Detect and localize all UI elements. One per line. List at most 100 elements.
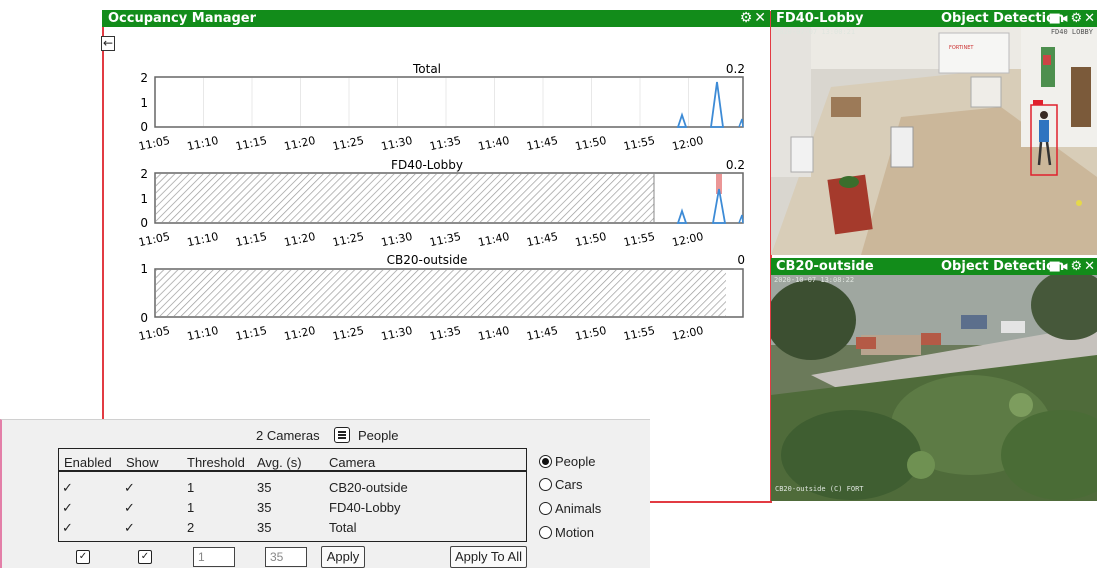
camera-feed-outside xyxy=(771,275,1097,501)
chart-value: 0.2 xyxy=(726,158,745,172)
occupancy-title: Occupancy Manager xyxy=(108,11,257,26)
column-header-camera[interactable]: Camera xyxy=(329,455,375,470)
detection-mode-label[interactable]: Object Detection xyxy=(941,258,1064,275)
x-tick: 11:20 xyxy=(283,134,317,153)
row-camera: CB20-outside xyxy=(329,480,408,495)
y-tick: 0 xyxy=(140,216,148,230)
radio-button[interactable] xyxy=(539,478,552,491)
x-tick: 11:20 xyxy=(283,230,317,249)
x-tick: 11:05 xyxy=(137,134,171,153)
x-tick: 11:40 xyxy=(477,230,511,249)
camera-name: CB20-outside xyxy=(776,259,874,274)
close-icon[interactable]: ✕ xyxy=(754,10,766,26)
detection-mode-label[interactable]: Object Detection xyxy=(941,10,1064,27)
show-checkbox[interactable]: ✓ xyxy=(138,550,152,564)
column-header-enabled[interactable]: Enabled xyxy=(64,455,112,470)
x-tick: 11:25 xyxy=(331,134,365,153)
camera-panel-fd40-lobby[interactable]: FORTINET FD40-Lobby Object Detection ■◂ ⚙… xyxy=(771,10,1097,255)
x-tick: 11:25 xyxy=(331,230,365,249)
filter-label: People xyxy=(358,428,399,443)
gear-icon[interactable]: ⚙ xyxy=(1070,259,1082,274)
x-tick: 11:25 xyxy=(331,324,365,343)
menu-icon[interactable] xyxy=(334,427,350,443)
close-icon[interactable]: ✕ xyxy=(1084,259,1095,274)
x-tick: 11:35 xyxy=(428,324,462,343)
column-header-show[interactable]: Show xyxy=(126,455,159,470)
camera-name: FD40-Lobby xyxy=(776,11,864,26)
column-header-threshold[interactable]: Threshold xyxy=(187,455,245,470)
x-tick: 11:15 xyxy=(234,324,268,343)
avg-input[interactable]: 35 xyxy=(265,547,307,567)
row-camera: FD40-Lobby xyxy=(329,500,401,515)
chart-total: Total 0.2 2 1 0 11:05 11:10 11:15 11:20 11:2… xyxy=(137,62,745,153)
x-tick: 11:35 xyxy=(428,230,462,249)
chart-plot-area xyxy=(154,76,744,128)
camera-feed-lobby: FORTINET xyxy=(771,27,1097,255)
camera-titlebar: FD40-Lobby Object Detection ■◂ ⚙ ✕ xyxy=(771,10,1097,27)
x-tick: 11:45 xyxy=(525,134,559,153)
x-tick: 11:55 xyxy=(622,324,656,343)
x-tick: 11:30 xyxy=(380,324,414,343)
x-tick: 11:50 xyxy=(574,230,608,249)
row-enabled: ✓ xyxy=(62,520,73,535)
x-tick: 11:50 xyxy=(574,134,608,153)
x-tick: 11:55 xyxy=(622,134,656,153)
chart-title: CB20-outside xyxy=(387,253,468,267)
x-tick: 12:00 xyxy=(671,230,705,249)
x-tick: 11:15 xyxy=(234,134,268,153)
row-show: ✓ xyxy=(124,500,135,515)
apply-to-all-button[interactable]: Apply To All xyxy=(450,546,527,568)
gear-icon[interactable]: ⚙ xyxy=(1070,11,1082,26)
x-tick: 11:10 xyxy=(186,134,220,153)
radio-button[interactable] xyxy=(539,526,552,539)
chart-title: FD40-Lobby xyxy=(391,158,463,172)
row-avg: 35 xyxy=(257,500,272,515)
close-icon[interactable]: ✕ xyxy=(1084,11,1095,26)
apply-button[interactable]: Apply xyxy=(321,546,365,568)
row-show: ✓ xyxy=(124,480,135,495)
row-threshold: 1 xyxy=(187,500,195,515)
camera-overlay-text: FD40 LOBBY xyxy=(1050,28,1093,36)
radio-label: Animals xyxy=(555,501,602,516)
row-enabled: ✓ xyxy=(62,500,73,515)
x-tick: 11:45 xyxy=(525,324,559,343)
column-header-avg[interactable]: Avg. (s) xyxy=(257,455,302,470)
camera-timestamp: 2020-10-07 13:08:22 xyxy=(774,276,855,284)
row-avg: 35 xyxy=(257,480,272,495)
video-icon[interactable]: ■◂ xyxy=(1049,259,1068,274)
radio-button[interactable] xyxy=(539,502,552,515)
camera-panel-cb20-outside[interactable]: CB20-outside Object Detection ■◂ ⚙ ✕ 2020-… xyxy=(771,258,1097,501)
video-icon[interactable]: ■◂ xyxy=(1049,11,1068,26)
x-tick: 11:35 xyxy=(428,134,462,153)
chart-value: 0 xyxy=(737,253,745,267)
x-tick: 12:00 xyxy=(671,324,705,343)
occupancy-titlebar: Occupancy Manager ⚙ ✕ xyxy=(102,10,770,27)
camera-titlebar: CB20-outside Object Detection ■◂ ⚙ ✕ xyxy=(771,258,1097,275)
radio-label: Cars xyxy=(555,477,583,492)
enabled-checkbox[interactable]: ✓ xyxy=(76,550,90,564)
camera-count-label: 2 Cameras xyxy=(256,428,320,443)
x-tick: 11:05 xyxy=(137,230,171,249)
x-tick: 12:00 xyxy=(671,134,705,153)
camera-timestamp: 2020-07-07 13:00:21 xyxy=(775,28,856,36)
table-header-divider xyxy=(58,470,526,472)
occupancy-charts: Total 0.2 2 1 0 11:05 11:10 11:15 11:20 11:2… xyxy=(137,62,745,343)
y-tick: 0 xyxy=(140,311,148,325)
row-avg: 35 xyxy=(257,520,272,535)
row-show: ✓ xyxy=(124,520,135,535)
y-tick: 2 xyxy=(140,71,148,85)
gear-icon[interactable]: ⚙ xyxy=(740,10,753,26)
x-tick: 11:10 xyxy=(186,324,220,343)
x-tick: 11:20 xyxy=(283,324,317,343)
chart-hatched-region xyxy=(156,174,654,222)
y-tick: 1 xyxy=(140,96,148,110)
chart-hatched-region xyxy=(156,270,726,316)
x-tick: 11:30 xyxy=(380,134,414,153)
chart-title: Total xyxy=(412,62,441,76)
chart-value: 0.2 xyxy=(726,62,745,76)
x-tick: 11:45 xyxy=(525,230,559,249)
x-tick: 11:10 xyxy=(186,230,220,249)
threshold-input[interactable]: 1 xyxy=(193,547,235,567)
y-tick: 1 xyxy=(140,262,148,276)
radio-button[interactable] xyxy=(539,455,552,468)
